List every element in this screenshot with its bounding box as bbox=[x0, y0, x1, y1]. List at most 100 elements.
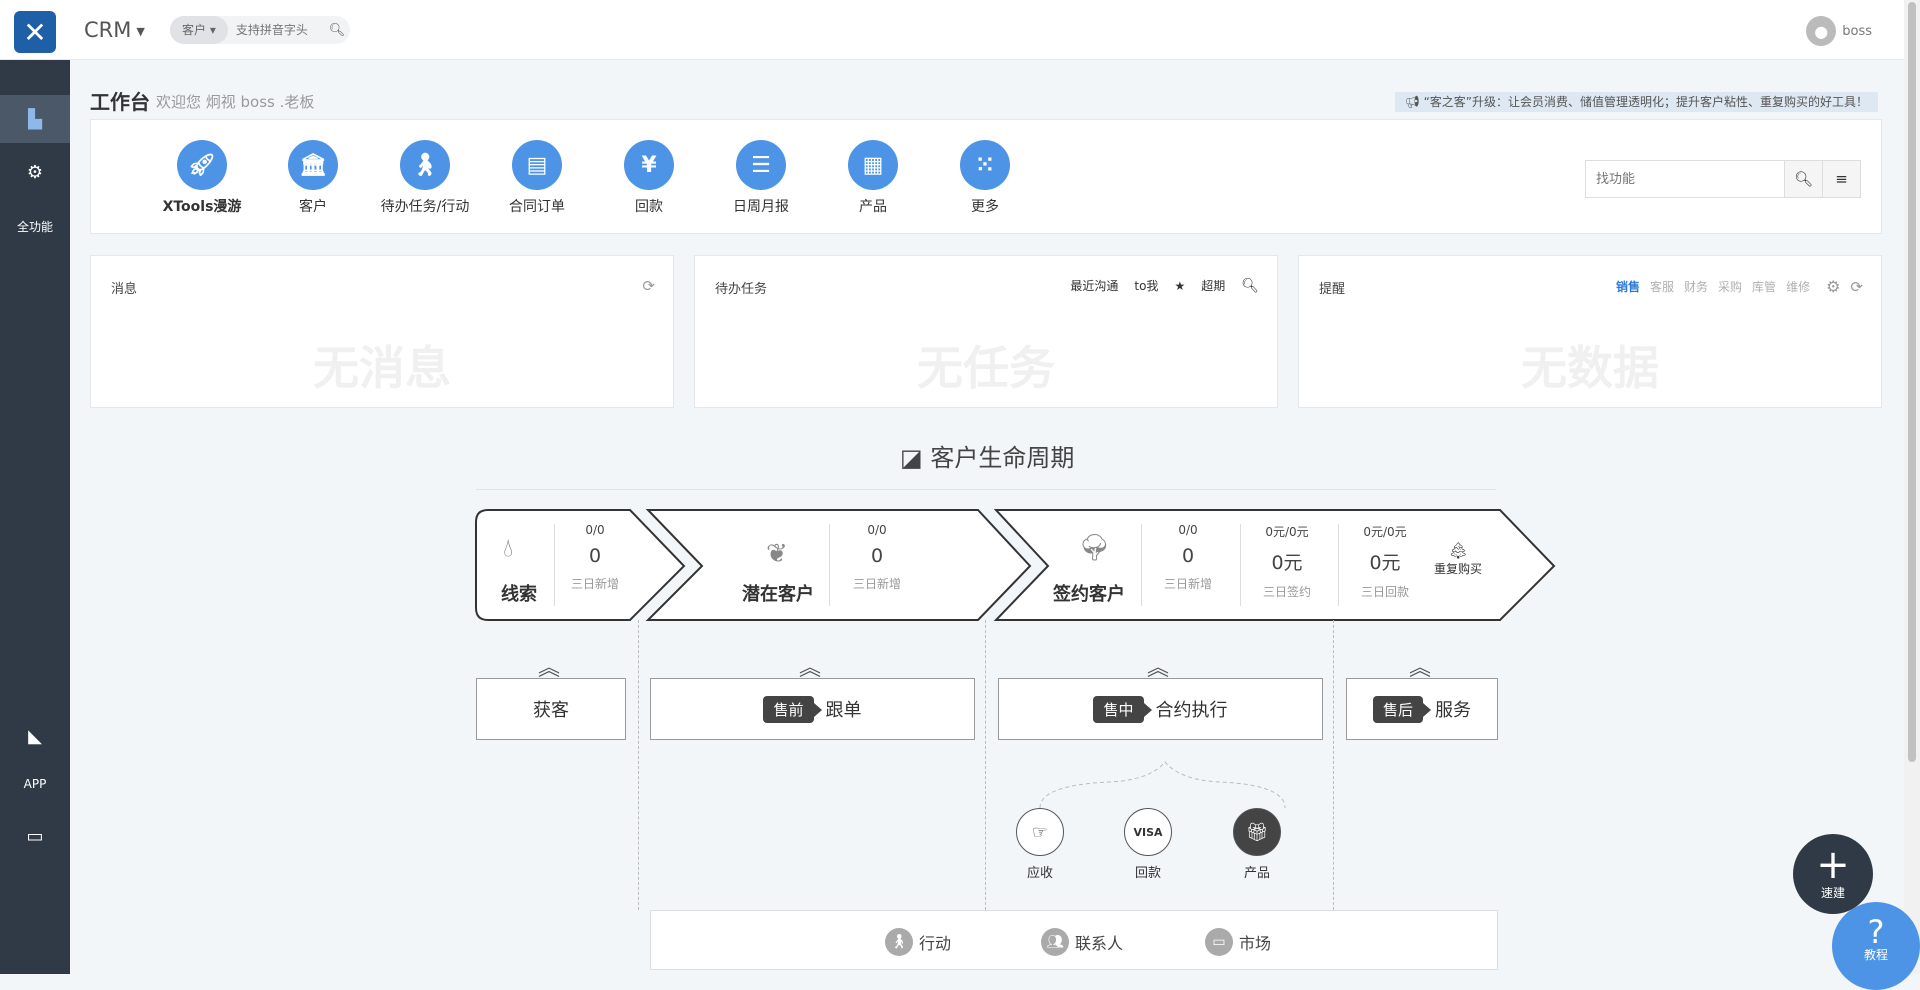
sub-payments[interactable]: VISA 回款 bbox=[1122, 808, 1174, 881]
filter-to-me[interactable]: to我 bbox=[1134, 277, 1158, 294]
sidebar-item-app[interactable]: APP bbox=[0, 760, 70, 808]
stat-signed-new[interactable]: 0/0 0 三日新增 bbox=[1153, 523, 1223, 592]
leaf-icon: ❦ bbox=[766, 539, 788, 569]
quick-item-payments[interactable]: ¥ 回款 bbox=[594, 140, 704, 216]
tab-sales[interactable]: 销售 bbox=[1616, 278, 1640, 295]
monitor-icon: ▭ bbox=[1205, 928, 1233, 956]
quick-item-more[interactable]: ⁙ 更多 bbox=[930, 140, 1040, 216]
stage-prospects: ❦ 潜在客户 0/0 0 三日新增 bbox=[700, 509, 1030, 621]
card-title: 消息 bbox=[111, 282, 138, 297]
star-icon[interactable]: ★ bbox=[1174, 279, 1185, 293]
phase-acquisition[interactable]: 获客 bbox=[476, 678, 626, 740]
global-search: 客户 ▾ 🔍︎ bbox=[170, 16, 350, 44]
search-input[interactable] bbox=[227, 23, 324, 37]
empty-placeholder: 无任务 bbox=[917, 341, 1055, 395]
more-icon: ⁙ bbox=[960, 140, 1010, 190]
bank-icon: 🏛︎ bbox=[288, 140, 338, 190]
menu-icon[interactable]: ≡ bbox=[1822, 161, 1860, 197]
stat-signed-contracts[interactable]: 0元/0元 0元 三日签约 bbox=[1252, 523, 1322, 600]
gear-icon[interactable]: ⚙ bbox=[1826, 277, 1840, 296]
quick-item-contracts[interactable]: ▤ 合同订单 bbox=[482, 140, 592, 216]
sidebar-item-label: APP bbox=[23, 777, 47, 791]
sidebar-item-workbench[interactable]: ▙ bbox=[0, 95, 70, 143]
caret-down-icon: ▼ bbox=[136, 24, 145, 38]
gears-icon: ⚙ bbox=[26, 161, 44, 183]
phase-presales[interactable]: 售前 跟单 bbox=[650, 678, 975, 740]
bottom-links: 🚶︎ 行动 👥︎ 联系人 ▭ 市场 bbox=[650, 910, 1498, 970]
book-icon: ◪ bbox=[900, 444, 923, 472]
app-name: CRM bbox=[84, 18, 132, 42]
sub-products[interactable]: 🎁︎ 产品 bbox=[1231, 808, 1283, 881]
yen-icon: ¥ bbox=[624, 140, 674, 190]
function-search: 🔍︎ ≡ bbox=[1585, 160, 1861, 198]
tab-service[interactable]: 客服 bbox=[1650, 278, 1674, 295]
search-icon[interactable]: 🔍︎ bbox=[324, 23, 350, 38]
tab-purchase[interactable]: 采购 bbox=[1718, 278, 1742, 295]
quick-create-button[interactable]: + 速建 bbox=[1793, 834, 1873, 914]
tutorial-button[interactable]: ? 教程 bbox=[1832, 902, 1920, 990]
link-contacts[interactable]: 👥︎ 联系人 bbox=[1041, 928, 1123, 956]
welcome-text: 欢迎您 炯视 boss .老板 bbox=[156, 93, 315, 111]
reminders-card: 提醒 销售 客服 财务 采购 库管 维修 ⚙ ⟳ 无数据 bbox=[1298, 255, 1882, 408]
users-icon: 👥︎ bbox=[1041, 928, 1069, 956]
plus-icon: + bbox=[1816, 842, 1850, 888]
report-icon: ☰ bbox=[736, 140, 786, 190]
stage-leads: 💧︎ 线索 0/0 0 三日新增 bbox=[476, 509, 676, 621]
page-scrollbar[interactable] bbox=[1904, 0, 1920, 974]
tab-finance[interactable]: 财务 bbox=[1684, 278, 1708, 295]
sidebar-item-all-functions[interactable]: 全功能 bbox=[0, 202, 70, 250]
lifecycle-title: ◪ 客户生命周期 bbox=[900, 444, 1075, 472]
visa-icon: VISA bbox=[1124, 808, 1172, 856]
divider bbox=[985, 620, 986, 910]
stat-signed-payments[interactable]: 0元/0元 0元 三日回款 bbox=[1350, 523, 1420, 600]
app-logo[interactable]: ✕ bbox=[14, 11, 56, 53]
building-icon: ▙ bbox=[28, 108, 42, 130]
search-icon[interactable]: 🔍︎ bbox=[1241, 278, 1259, 294]
function-search-input[interactable] bbox=[1586, 161, 1784, 197]
tree-icon: 🌳︎ bbox=[1078, 533, 1112, 563]
quick-item-customers[interactable]: 🏛︎ 客户 bbox=[258, 140, 368, 216]
search-type-dropdown[interactable]: 客户 ▾ bbox=[170, 16, 228, 44]
user-name: boss bbox=[1842, 23, 1872, 39]
gift-icon: 🎁︎ bbox=[1233, 808, 1281, 856]
scroll-thumb[interactable] bbox=[1908, 2, 1916, 762]
phase-insales[interactable]: 售中 合约执行 bbox=[998, 678, 1323, 740]
search-icon[interactable]: 🔍︎ bbox=[1784, 161, 1822, 197]
link-market[interactable]: ▭ 市场 bbox=[1205, 928, 1271, 956]
user-menu[interactable]: ● boss bbox=[1806, 16, 1872, 46]
walking-icon: 🚶︎ bbox=[400, 140, 450, 190]
tab-repair[interactable]: 维修 bbox=[1786, 278, 1810, 295]
filter-recent[interactable]: 最近沟通 bbox=[1070, 277, 1118, 294]
walking-icon: 🚶︎ bbox=[885, 928, 913, 956]
refresh-icon[interactable]: ⟳ bbox=[1850, 278, 1863, 296]
divider bbox=[1333, 620, 1334, 910]
sidebar: ▙ ⚙ 全功能 ◣ APP ▭ bbox=[0, 60, 70, 974]
phase-aftersales[interactable]: 售后 服务 bbox=[1346, 678, 1498, 740]
quick-launch-panel: 🚀︎ XTools漫游 🏛︎ 客户 🚶︎ 待办任务/行动 ▤ 合同订单 ¥ 回款… bbox=[90, 119, 1882, 234]
link-actions[interactable]: 🚶︎ 行动 bbox=[885, 928, 951, 956]
tab-inventory[interactable]: 库管 bbox=[1752, 278, 1776, 295]
sidebar-item-reports[interactable]: ◣ bbox=[0, 712, 70, 760]
refresh-icon[interactable]: ⟳ bbox=[642, 277, 655, 295]
messages-card: 消息 ⟳ 无消息 bbox=[90, 255, 674, 408]
connector-arc bbox=[1039, 761, 1286, 809]
avatar: ● bbox=[1806, 16, 1837, 46]
sidebar-item-settings[interactable]: ⚙ bbox=[0, 148, 70, 196]
sidebar-item-desktop[interactable]: ▭ bbox=[0, 812, 70, 860]
file-icon: ▤ bbox=[512, 140, 562, 190]
stat-leads-new[interactable]: 0/0 0 三日新增 bbox=[560, 523, 630, 592]
stat-prospects-new[interactable]: 0/0 0 三日新增 bbox=[842, 523, 912, 592]
monitor-icon: ▭ bbox=[26, 825, 44, 847]
quick-item-xtools[interactable]: 🚀︎ XTools漫游 bbox=[147, 140, 257, 216]
stage-signed: 🌳︎ 签约客户 0/0 0 三日新增 0元/0元 0元 三日签约 0元/0元 0… bbox=[1053, 523, 1483, 606]
card-tools: 最近沟通 to我 ★ 超期 🔍︎ bbox=[1054, 277, 1259, 294]
quick-item-products[interactable]: ▦ 产品 bbox=[818, 140, 928, 216]
app-switcher[interactable]: CRM ▼ bbox=[84, 18, 145, 42]
quick-item-tasks[interactable]: 🚶︎ 待办任务/行动 bbox=[370, 140, 480, 216]
announcement-banner[interactable]: 📢︎ “客之客”升级：让会员消费、储值管理透明化；提升客户粘性、重复购买的好工具… bbox=[1394, 92, 1878, 112]
filter-overdue[interactable]: 超期 bbox=[1201, 277, 1225, 294]
sub-receivables[interactable]: ☞ 应收 bbox=[1014, 808, 1066, 881]
hand-icon: ☞ bbox=[1016, 808, 1064, 856]
quick-item-reports[interactable]: ☰ 日周月报 bbox=[706, 140, 816, 216]
repeat-purchase[interactable]: 🌲︎ 重复购买 bbox=[1434, 541, 1482, 577]
